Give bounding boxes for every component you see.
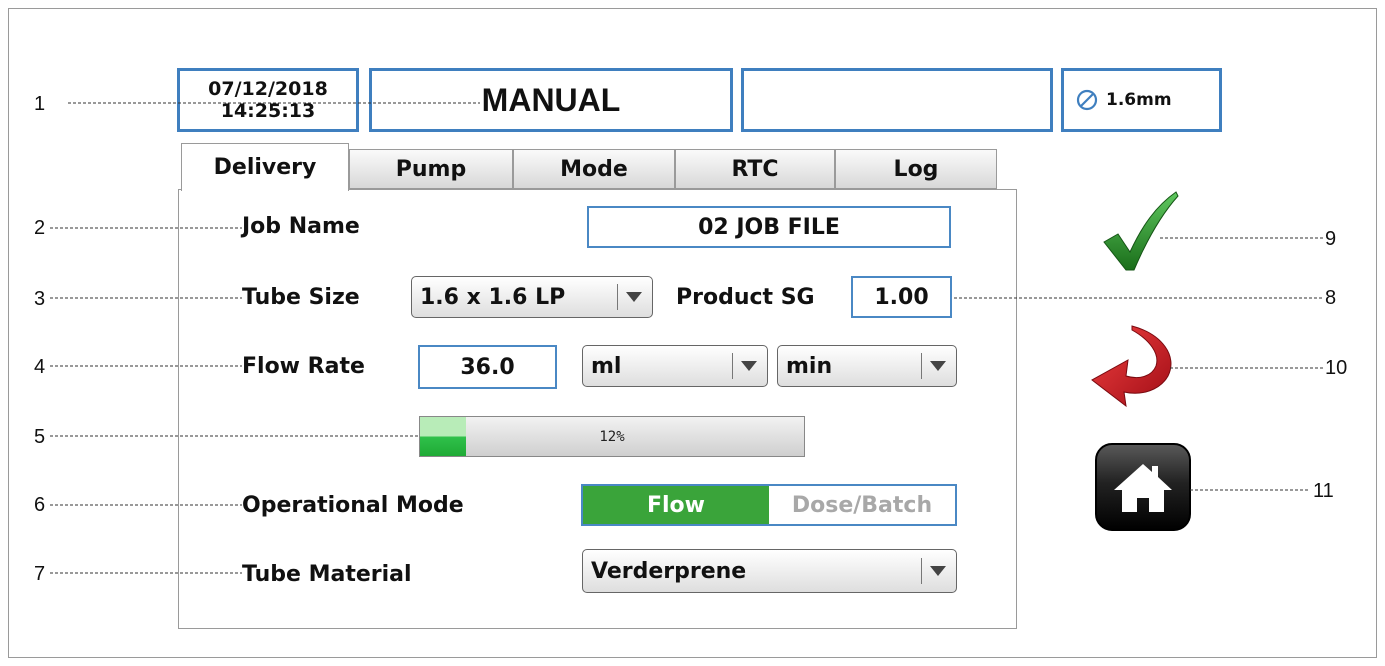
product-sg-value: 1.00 (874, 284, 929, 310)
callout-8: 8 (1325, 287, 1337, 309)
time-unit-value: min (786, 353, 833, 379)
date-time-display: 07/12/2018 14:25:13 (177, 68, 359, 132)
tab-log[interactable]: Log (835, 149, 997, 189)
chevron-down-icon (930, 361, 946, 371)
callout-6: 6 (34, 494, 46, 516)
callout-7: 7 (34, 563, 46, 585)
home-icon[interactable] (1094, 442, 1192, 532)
tube-material-value: Verderprene (591, 558, 747, 584)
callout-11: 11 (1313, 480, 1334, 502)
job-name-label: Job Name (242, 214, 360, 239)
operational-mode-toggle[interactable]: Flow Dose/Batch (581, 484, 957, 526)
progress-bar: 12% (419, 416, 805, 457)
dropdown-separator (921, 353, 922, 379)
tab-delivery[interactable]: Delivery (181, 143, 349, 191)
dropdown-separator (617, 284, 618, 310)
tube-size-value: 1.6 x 1.6 LP (420, 284, 566, 310)
tab-mode[interactable]: Mode (513, 149, 675, 189)
product-sg-field[interactable]: 1.00 (851, 276, 952, 318)
job-name-field[interactable]: 02 JOB FILE (587, 206, 951, 248)
tube-size-label: Tube Size (242, 285, 360, 310)
mode-dose-batch-option[interactable]: Dose/Batch (769, 486, 955, 524)
tube-size-display: 1.6mm (1061, 68, 1222, 132)
diameter-icon (1076, 89, 1098, 111)
flow-unit-value: ml (591, 353, 622, 379)
callout-5: 5 (34, 426, 46, 448)
dropdown-separator (921, 558, 922, 584)
mode-text: MANUAL (481, 81, 621, 118)
tube-size-dropdown[interactable]: 1.6 x 1.6 LP (411, 276, 653, 318)
chevron-down-icon (930, 566, 946, 576)
tab-pump[interactable]: Pump (349, 149, 513, 189)
chevron-down-icon (626, 292, 642, 302)
operational-mode-label: Operational Mode (242, 493, 464, 518)
product-sg-label: Product SG (676, 285, 815, 310)
flow-rate-field[interactable]: 36.0 (418, 345, 557, 389)
tube-material-dropdown[interactable]: Verderprene (582, 549, 957, 593)
tab-rtc[interactable]: RTC (675, 149, 835, 189)
callout-3: 3 (34, 288, 46, 310)
callout-1: 1 (34, 93, 46, 115)
flow-rate-value: 36.0 (460, 354, 515, 380)
callout-9: 9 (1325, 228, 1337, 250)
callout-10: 10 (1325, 357, 1348, 379)
mode-display: MANUAL (369, 68, 733, 132)
flow-unit-dropdown[interactable]: ml (582, 345, 768, 387)
tube-material-label: Tube Material (242, 562, 412, 587)
checkmark-icon[interactable] (1100, 190, 1180, 274)
date-text: 07/12/2018 (208, 78, 328, 100)
chevron-down-icon (741, 361, 757, 371)
progress-text: 12% (599, 428, 625, 445)
status-display (741, 68, 1053, 132)
tube-size-text: 1.6mm (1106, 90, 1172, 110)
time-text: 14:25:13 (220, 100, 316, 122)
job-name-value: 02 JOB FILE (698, 214, 840, 240)
back-arrow-icon[interactable] (1090, 322, 1180, 410)
dropdown-separator (732, 353, 733, 379)
mode-flow-option[interactable]: Flow (583, 486, 769, 524)
flow-rate-label: Flow Rate (242, 354, 365, 379)
callout-2: 2 (34, 217, 46, 239)
callout-4: 4 (34, 356, 46, 378)
time-unit-dropdown[interactable]: min (777, 345, 957, 387)
